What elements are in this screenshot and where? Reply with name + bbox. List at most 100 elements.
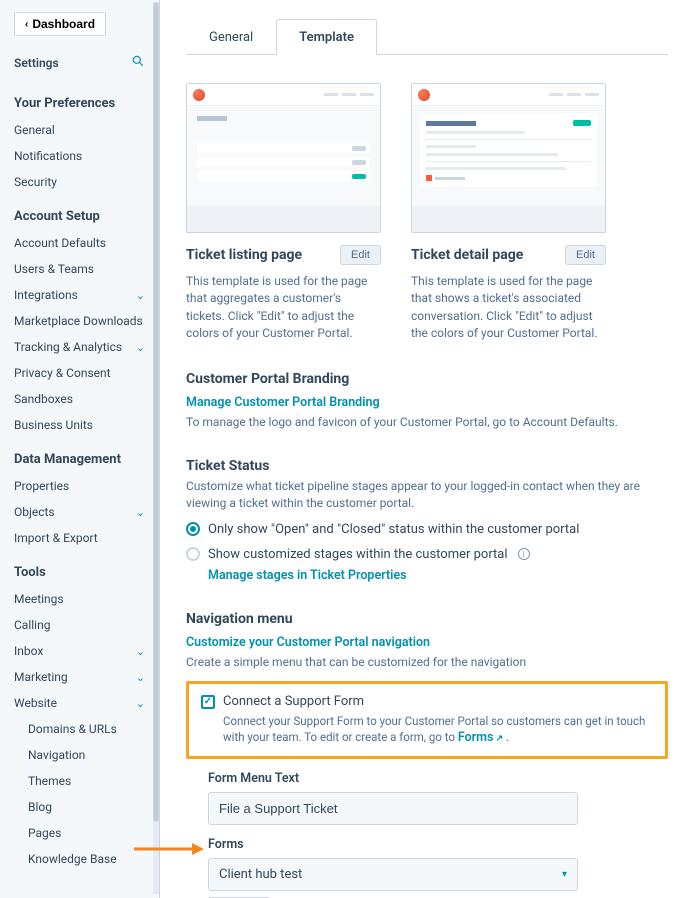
settings-sidebar: ‹ Dashboard Settings Your Preferences Gen…	[0, 0, 160, 898]
sidebar-subitem[interactable]: Themes	[0, 768, 159, 794]
sidebar-subitem[interactable]: Domains & URLs	[0, 716, 159, 742]
sidebar-item-label: Security	[14, 175, 57, 189]
sidebar-item-label: Objects	[14, 505, 55, 519]
sidebar-item-label: Inbox	[14, 644, 43, 658]
settings-heading: Settings	[14, 56, 59, 70]
chevron-left-icon: ‹	[25, 19, 28, 30]
forms-select-value: Client hub test	[219, 867, 302, 882]
status-desc: Customize what ticket pipeline stages ap…	[186, 478, 668, 512]
sidebar-item-label: Marketplace Downloads	[14, 314, 143, 328]
radio-icon	[186, 547, 200, 561]
forms-select-label: Forms	[208, 837, 668, 852]
sidebar-item[interactable]: Notifications	[0, 143, 159, 169]
sidebar-item[interactable]: Objects ⌄	[0, 499, 159, 525]
sidebar-item-label: Notifications	[14, 149, 82, 163]
sidebar-item[interactable]: Meetings	[0, 586, 159, 612]
sidebar-item-label: Privacy & Consent	[14, 366, 111, 380]
forms-select[interactable]: Client hub test ▾	[208, 858, 578, 891]
sidebar-item-label: Account Defaults	[14, 236, 106, 250]
external-link-icon: ↗	[495, 734, 503, 744]
search-icon[interactable]	[131, 54, 145, 72]
sidebar-item[interactable]: Inbox ⌄	[0, 638, 159, 664]
sidebar-item[interactable]: Integrations⌄	[0, 282, 159, 308]
tab-bar: General Template	[186, 18, 668, 55]
ticket-detail-thumbnail	[411, 83, 606, 233]
sidebar-item[interactable]: Import & Export	[0, 525, 159, 551]
sidebar-group-heading: Your Preferences	[0, 82, 159, 117]
sidebar-item[interactable]: Tracking & Analytics ⌄	[0, 334, 159, 360]
back-to-dashboard-button[interactable]: ‹ Dashboard	[14, 12, 106, 36]
info-icon[interactable]: i	[518, 548, 530, 560]
sidebar-item-label: Integrations	[14, 288, 78, 302]
chevron-down-icon: ▾	[562, 869, 567, 880]
sidebar-item-label: Meetings	[14, 592, 64, 606]
sidebar-item[interactable]: Properties	[0, 473, 159, 499]
status-opt2-label: Show customized stages within the custom…	[208, 547, 508, 562]
sidebar-item[interactable]: Users & Teams	[0, 256, 159, 282]
sidebar-item-label: Marketing	[14, 670, 68, 684]
sidebar-item[interactable]: Marketplace Downloads	[0, 308, 159, 334]
sidebar-item[interactable]: Sandboxes	[0, 386, 159, 412]
sidebar-item-label: Users & Teams	[14, 262, 94, 276]
connect-form-checkbox[interactable]: ✓	[201, 695, 215, 709]
nav-heading: Navigation menu	[186, 611, 668, 627]
form-menu-text-input[interactable]	[208, 792, 578, 825]
forms-link[interactable]: Forms↗	[458, 730, 503, 745]
branding-desc: To manage the logo and favicon of your C…	[186, 414, 668, 431]
status-heading: Ticket Status	[186, 458, 668, 474]
status-option-open-closed[interactable]: Only show "Open" and "Closed" status wit…	[186, 522, 668, 537]
status-opt1-label: Only show "Open" and "Closed" status wit…	[208, 522, 579, 537]
edit-detail-button[interactable]: Edit	[565, 245, 606, 265]
sidebar-item-label: Import & Export	[14, 531, 98, 545]
tab-general[interactable]: General	[186, 19, 276, 55]
chevron-down-icon: ⌄	[136, 645, 145, 658]
sidebar-item-label: General	[14, 123, 55, 137]
ticket-detail-card: Ticket detail page Edit This template is…	[411, 83, 606, 343]
sidebar-subitem[interactable]: Pages	[0, 820, 159, 846]
sidebar-item-label: Business Units	[14, 418, 93, 432]
sidebar-subitem[interactable]: Blog	[0, 794, 159, 820]
branding-heading: Customer Portal Branding	[186, 371, 668, 387]
chevron-down-icon: ⌄	[136, 671, 145, 684]
logo-icon	[193, 89, 205, 101]
edit-listing-button[interactable]: Edit	[340, 245, 381, 265]
manage-branding-link[interactable]: Manage Customer Portal Branding	[186, 395, 380, 410]
sidebar-item[interactable]: Business Units	[0, 412, 159, 438]
checkmark-icon: ✓	[204, 696, 212, 707]
sidebar-subitem[interactable]: Knowledge Base	[0, 846, 159, 872]
ticket-listing-card: Ticket listing page Edit This template i…	[186, 83, 381, 343]
detail-desc: This template is used for the page that …	[411, 273, 606, 343]
sidebar-item[interactable]: General	[0, 117, 159, 143]
status-option-custom[interactable]: Show customized stages within the custom…	[186, 547, 668, 562]
scrollbar-thumb[interactable]	[153, 2, 159, 822]
sidebar-item[interactable]: Security	[0, 169, 159, 195]
customize-nav-link[interactable]: Customize your Customer Portal navigatio…	[186, 635, 430, 650]
sidebar-item[interactable]: Privacy & Consent	[0, 360, 159, 386]
connect-form-highlight: ✓ Connect a Support Form Connect your Su…	[186, 681, 668, 760]
manage-stages-link[interactable]: Manage stages in Ticket Properties	[208, 568, 407, 583]
sidebar-item[interactable]: Calling	[0, 612, 159, 638]
sidebar-group-heading: Account Setup	[0, 195, 159, 230]
sidebar-item-label: Tracking & Analytics	[14, 340, 122, 354]
ticket-listing-thumbnail	[186, 83, 381, 233]
chevron-down-icon: ⌄	[136, 341, 145, 354]
sidebar-item[interactable]: Account Defaults	[0, 230, 159, 256]
sidebar-scrollbar[interactable]	[153, 2, 159, 894]
sidebar-group-heading: Data Management	[0, 438, 159, 473]
chevron-down-icon: ⌄	[136, 506, 145, 519]
sidebar-item-label: Website	[14, 696, 57, 710]
connect-form-label: Connect a Support Form	[223, 694, 653, 709]
sidebar-item[interactable]: Website⌄	[0, 690, 159, 716]
sidebar-subitem[interactable]: Navigation	[0, 742, 159, 768]
tab-template[interactable]: Template	[276, 19, 377, 55]
listing-desc: This template is used for the page that …	[186, 273, 381, 343]
radio-icon	[186, 522, 200, 536]
sidebar-item[interactable]: Marketing ⌄	[0, 664, 159, 690]
sidebar-item-label: Properties	[14, 479, 69, 493]
back-label: Dashboard	[32, 17, 95, 31]
sidebar-item-label: Calling	[14, 618, 50, 632]
sidebar-group-heading: Tools	[0, 551, 159, 586]
form-menu-text-label: Form Menu Text	[208, 771, 668, 786]
logo-icon	[418, 89, 430, 101]
connect-form-desc: Connect your Support Form to your Custom…	[223, 713, 653, 747]
